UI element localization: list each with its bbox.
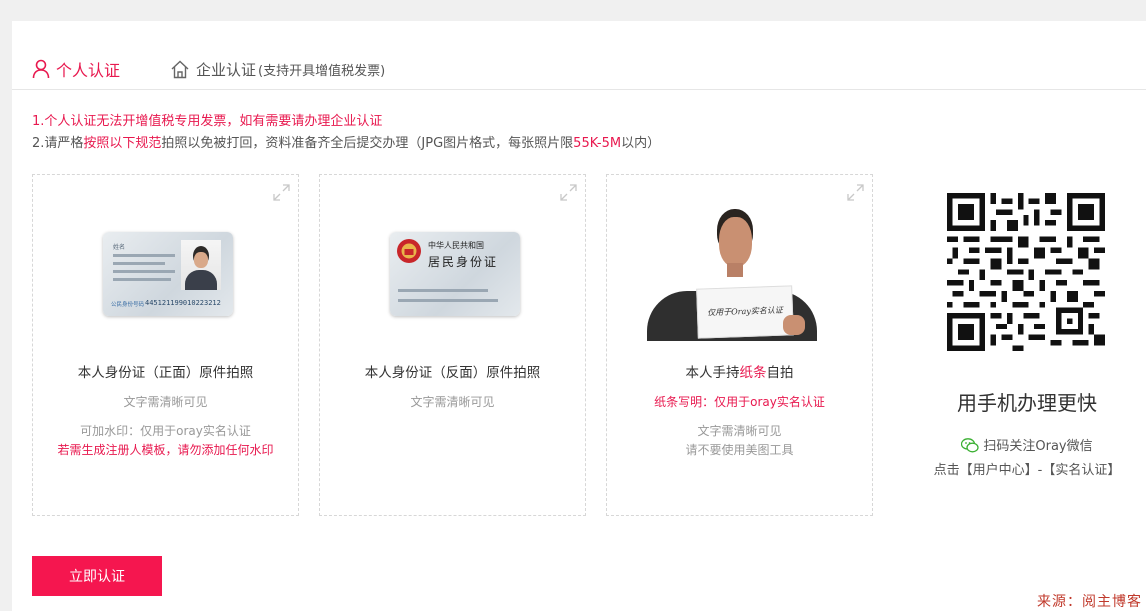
card-title: 本人手持纸条自拍 (607, 361, 872, 381)
tab-company-sublabel: (支持开具增值税发票) (258, 63, 386, 79)
selfie-note-paper: 仅用于Oray实名认证 (696, 285, 794, 339)
id-back-doc-title: 居民身份证 (428, 255, 499, 269)
portrait-photo (181, 240, 221, 290)
id-back-country: 中华人民共和国 (428, 241, 484, 250)
qr-code (947, 193, 1105, 351)
national-emblem-icon (397, 239, 421, 263)
card-hint: 文字需清晰可见 (410, 395, 495, 409)
qr-path-hint: 点击【用户中心】-【实名认证】 (933, 463, 1121, 478)
qr-wechat-hint: 扫码关注Oray微信 (912, 435, 1142, 454)
id-front-name-label: 姓名 (113, 244, 126, 251)
id-back-sample-image: 中华人民共和国 居民身份证 (390, 232, 520, 316)
home-icon (171, 60, 189, 78)
card-hint-2: 请不要使用美图工具 (685, 443, 794, 457)
card-title: 本人身份证（反面）原件拍照 (364, 365, 541, 381)
card-hint: 文字需清晰可见 (697, 424, 782, 438)
wechat-icon (961, 438, 980, 453)
auth-tabs: 个人认证 企业认证 (支持开具增值税发票) (12, 21, 1146, 90)
card-title-part-a: 本人手持 (685, 365, 740, 381)
qr-wechat-text: 扫码关注Oray微信 (983, 439, 1093, 454)
note-2-part-a: 2.请严格 (32, 136, 84, 151)
card-title-highlight: 纸条 (739, 365, 767, 381)
tab-personal-label: 个人认证 (56, 61, 121, 80)
tab-company-label: 企业认证 (196, 60, 257, 79)
card-title: 本人身份证（正面）原件拍照 (77, 365, 254, 381)
card-title-part-c: 自拍 (766, 365, 794, 381)
id-number: 445121199010223212 (145, 299, 221, 307)
id-front-sample-image: 姓名 公民身份号码 445121199010223212 (103, 232, 233, 316)
selfie-sample-image: 仅用于Oray实名认证 (647, 207, 817, 341)
qr-title: 用手机办理更快 (957, 391, 1097, 415)
instructions: 1.个人认证无法开增值税专用发票，如有需要请办理企业认证 2.请严格按照以下规范… (32, 111, 660, 155)
main-panel: 个人认证 企业认证 (支持开具增值税发票) 1.个人认证无法开增值税专用发票，如… (12, 21, 1146, 611)
user-icon (32, 59, 50, 79)
note-2-part-e: 以内） (621, 136, 661, 151)
tab-company-auth[interactable]: 企业认证 (支持开具增值税发票) (170, 56, 385, 82)
note-line-2: 2.请严格按照以下规范拍照以免被打回，资料准备齐全后提交办理（JPG图片格式，每… (32, 133, 660, 155)
source-watermark: 来源：阅主博客 (1037, 594, 1142, 610)
note-2-highlight-spec: 按照以下规范 (83, 136, 162, 151)
tab-personal-auth[interactable]: 个人认证 (32, 56, 120, 82)
expand-icon[interactable] (847, 184, 864, 201)
note-2-highlight-size: 55K-5M (573, 136, 622, 151)
selfie-note-text: 仅用于Oray实名认证 (707, 305, 783, 318)
card-watermark-hint: 可加水印：仅用于oray实名认证 (80, 424, 251, 438)
upload-card-id-front[interactable]: 姓名 公民身份号码 445121199010223212 本人身份证（正面）原件… (32, 174, 299, 516)
submit-verification-button[interactable]: 立即认证 (32, 556, 162, 596)
card-warning: 若需生成注册人模板，请勿添加任何水印 (57, 443, 274, 457)
expand-icon[interactable] (273, 184, 290, 201)
card-hint: 文字需清晰可见 (123, 395, 208, 409)
id-number-label: 公民身份号码 (111, 302, 145, 308)
expand-icon[interactable] (560, 184, 577, 201)
upload-card-selfie[interactable]: 仅用于Oray实名认证 本人手持纸条自拍 纸条写明：仅用于oray实名认证 文字… (606, 174, 873, 516)
note-line-1: 1.个人认证无法开增值税专用发票，如有需要请办理企业认证 (32, 114, 383, 129)
note-2-part-c: 拍照以免被打回，资料准备齐全后提交办理（JPG图片格式，每张照片限 (161, 136, 574, 151)
card-note-requirement: 纸条写明：仅用于oray实名认证 (654, 395, 825, 409)
upload-card-id-back[interactable]: 中华人民共和国 居民身份证 本人身份证（反面）原件拍照 文字需清晰可见 (319, 174, 586, 516)
